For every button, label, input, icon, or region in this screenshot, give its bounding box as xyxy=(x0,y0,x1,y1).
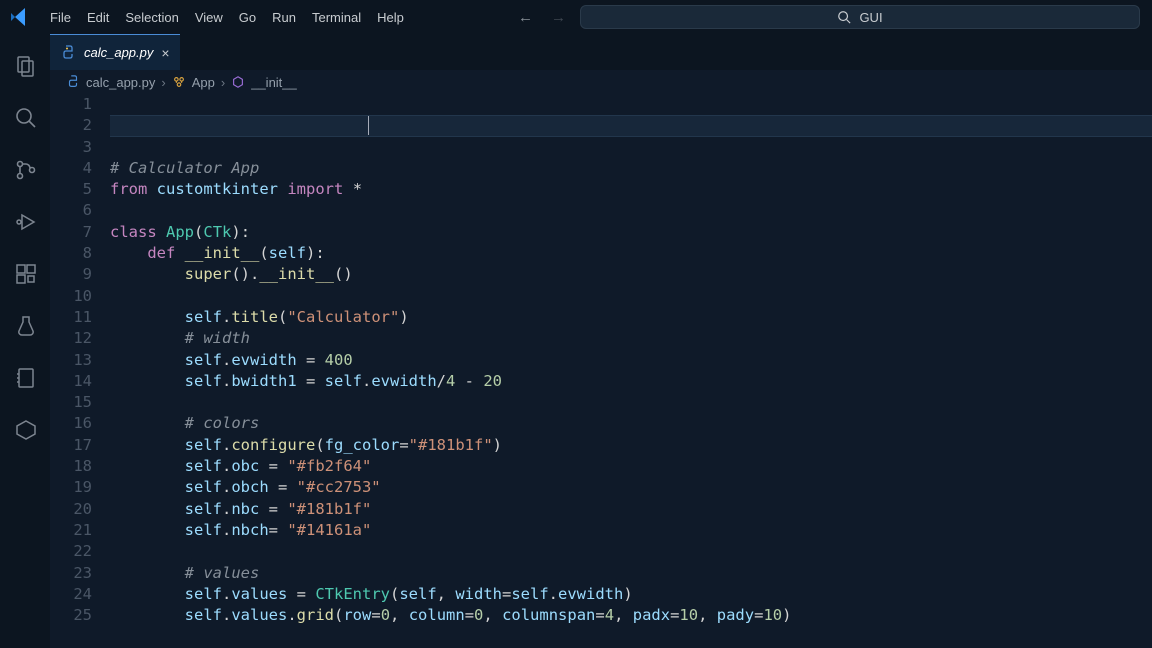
explorer-icon[interactable] xyxy=(1,42,49,90)
menu-item-run[interactable]: Run xyxy=(264,6,304,29)
main-area: calc_app.py × calc_app.py › App › __init… xyxy=(0,34,1152,648)
python-file-icon xyxy=(60,45,76,61)
nav-forward-icon[interactable]: → xyxy=(547,7,570,28)
menu-item-view[interactable]: View xyxy=(187,6,231,29)
menu-item-help[interactable]: Help xyxy=(369,6,412,29)
source-control-icon[interactable] xyxy=(1,146,49,194)
symbol-method-icon xyxy=(231,75,245,89)
menu-item-selection[interactable]: Selection xyxy=(117,6,186,29)
run-debug-icon[interactable] xyxy=(1,198,49,246)
vscode-logo-icon xyxy=(8,5,32,29)
line-number-gutter: 1234567891011121314151617181920212223242… xyxy=(50,94,110,648)
menu-item-edit[interactable]: Edit xyxy=(79,6,117,29)
code-editor[interactable]: 1234567891011121314151617181920212223242… xyxy=(50,94,1152,648)
tab-bar: calc_app.py × xyxy=(50,34,1152,70)
search-icon xyxy=(837,10,851,24)
search-icon[interactable] xyxy=(1,94,49,142)
text-cursor xyxy=(368,116,369,135)
chevron-right-icon: › xyxy=(221,75,225,90)
testing-icon[interactable] xyxy=(1,302,49,350)
tab-calc-app[interactable]: calc_app.py × xyxy=(50,34,180,70)
menu-items: FileEditSelectionViewGoRunTerminalHelp xyxy=(42,6,412,29)
activity-bar xyxy=(0,34,50,648)
extensions-icon[interactable] xyxy=(1,250,49,298)
remote-icon[interactable] xyxy=(1,406,49,454)
python-file-icon xyxy=(66,75,80,89)
search-text: GUI xyxy=(859,10,882,25)
tab-filename: calc_app.py xyxy=(84,45,153,60)
breadcrumb-class: App xyxy=(192,75,215,90)
nav-back-icon[interactable]: ← xyxy=(514,7,537,28)
menu-item-go[interactable]: Go xyxy=(231,6,264,29)
menu-item-terminal[interactable]: Terminal xyxy=(304,6,369,29)
menu-bar: FileEditSelectionViewGoRunTerminalHelp ←… xyxy=(0,0,1152,34)
symbol-class-icon xyxy=(172,75,186,89)
breadcrumb-method: __init__ xyxy=(251,75,297,90)
current-line-highlight xyxy=(110,115,1152,136)
editor-column: calc_app.py × calc_app.py › App › __init… xyxy=(50,34,1152,648)
menu-item-file[interactable]: File xyxy=(42,6,79,29)
close-icon[interactable]: × xyxy=(161,45,169,61)
notebook-icon[interactable] xyxy=(1,354,49,402)
breadcrumb[interactable]: calc_app.py › App › __init__ xyxy=(50,70,1152,94)
chevron-right-icon: › xyxy=(161,75,165,90)
code-area[interactable]: # Calculator Appfrom customtkinter impor… xyxy=(110,94,1152,648)
breadcrumb-file: calc_app.py xyxy=(86,75,155,90)
command-center-search[interactable]: GUI xyxy=(580,5,1140,29)
